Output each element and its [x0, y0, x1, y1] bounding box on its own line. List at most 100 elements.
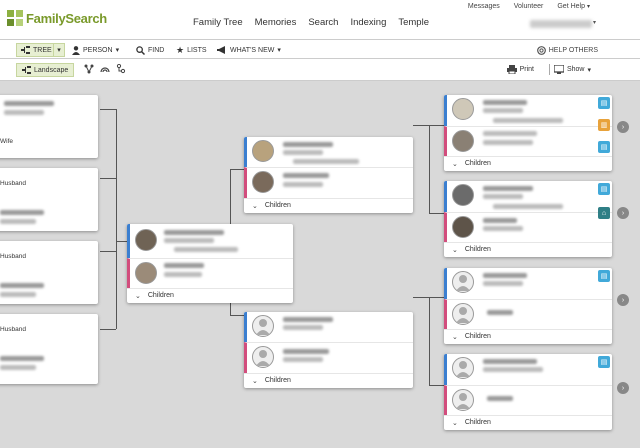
- person-photo-placeholder[interactable]: [452, 389, 474, 411]
- couple-card[interactable]: ⌄ Children: [244, 312, 413, 388]
- descendant-card[interactable]: Wife: [0, 95, 98, 158]
- children-label: Children: [464, 419, 491, 426]
- person-photo[interactable]: [252, 171, 274, 193]
- person-photo-placeholder[interactable]: [252, 346, 274, 368]
- chevron-down-icon: ⌄: [252, 202, 258, 210]
- logo-text: FamilySearch: [26, 10, 107, 26]
- get-help-link[interactable]: Get Help ▾: [557, 3, 590, 10]
- person-photo-placeholder[interactable]: [252, 315, 274, 337]
- person-placeholder-icon: [456, 361, 470, 377]
- person-menu-button[interactable]: PERSON ▾: [72, 43, 119, 57]
- chevron-down-icon: ⌄: [135, 292, 141, 300]
- children-label: Children: [264, 202, 291, 209]
- research-hint-icon[interactable]: ▤: [598, 97, 610, 109]
- record-hint-icon[interactable]: ▥: [598, 119, 610, 131]
- tree-toolbar: TREE ▾ PERSON ▾ FIND ★ LISTS WHAT'S NEW ▾ …: [0, 40, 640, 59]
- person-photo[interactable]: [452, 130, 474, 152]
- connector: [116, 251, 117, 329]
- children-toggle[interactable]: ⌄ Children: [444, 415, 612, 429]
- blurred-marriage: [493, 118, 563, 123]
- caret-down-icon: ▾: [586, 4, 590, 10]
- research-hint-icon[interactable]: ▤: [598, 270, 610, 282]
- nav-family-tree[interactable]: Family Tree: [193, 17, 243, 28]
- person-grandmother[interactable]: [444, 385, 612, 415]
- person-grandfather[interactable]: ▤: [444, 181, 612, 212]
- descendant-card[interactable]: Husband: [0, 168, 98, 231]
- blurred-dates: [283, 150, 323, 155]
- person-mother[interactable]: [244, 342, 413, 373]
- tree-icon: [21, 46, 30, 54]
- fan-chart-icon[interactable]: [100, 64, 110, 74]
- person-husband[interactable]: [127, 224, 293, 258]
- person-photo[interactable]: [452, 98, 474, 120]
- tree-logo-icon: [7, 10, 23, 26]
- display-icon: [553, 65, 564, 74]
- research-hint-icon[interactable]: ▤: [598, 183, 610, 195]
- couple-card[interactable]: ⌄ Children: [244, 137, 413, 213]
- couple-card[interactable]: ▤ ⌄ Children: [444, 354, 612, 430]
- print-label: Print: [519, 66, 534, 73]
- chevron-down-icon: ⌄: [252, 377, 258, 385]
- help-others-button[interactable]: HELP OTHERS: [536, 43, 598, 57]
- temple-icon[interactable]: ⌂: [598, 207, 610, 219]
- user-menu-caret-icon[interactable]: ▾: [593, 19, 596, 26]
- couple-card[interactable]: ▤ ⌄ Children: [444, 268, 612, 344]
- person-photo-placeholder[interactable]: [452, 303, 474, 325]
- portrait-view-icon[interactable]: [84, 64, 94, 74]
- whats-new-button[interactable]: WHAT'S NEW ▾: [217, 43, 281, 57]
- person-grandfather[interactable]: ▤: [444, 95, 612, 126]
- couple-card[interactable]: ▤ ⌂ ⌄ Children: [444, 181, 612, 257]
- descendancy-view-icon[interactable]: [116, 64, 126, 74]
- research-hint-icon[interactable]: ▤: [598, 141, 610, 153]
- research-hint-icon[interactable]: ▤: [598, 356, 610, 368]
- descendant-card[interactable]: Husband: [0, 314, 98, 384]
- person-photo[interactable]: [135, 229, 157, 251]
- expand-ancestors-icon[interactable]: ›: [617, 294, 629, 306]
- blurred-name: [483, 100, 527, 105]
- tree-dropdown-button[interactable]: ▾: [53, 43, 65, 57]
- person-grandfather[interactable]: ▤: [444, 268, 612, 299]
- expand-ancestors-icon[interactable]: ›: [617, 121, 629, 133]
- person-grandmother[interactable]: [444, 299, 612, 329]
- person-label: PERSON: [83, 46, 113, 54]
- chevron-down-icon: ⌄: [452, 160, 458, 168]
- descendant-card[interactable]: Husband: [0, 241, 98, 304]
- focus-couple-card[interactable]: ⌄ Children: [127, 224, 293, 303]
- person-photo-placeholder[interactable]: [452, 271, 474, 293]
- nav-search[interactable]: Search: [308, 17, 338, 28]
- person-photo[interactable]: [252, 140, 274, 162]
- print-button[interactable]: Print: [506, 65, 534, 74]
- children-toggle[interactable]: ⌄ Children: [444, 329, 612, 343]
- children-toggle[interactable]: ⌄ Children: [444, 242, 612, 256]
- couple-card[interactable]: ▤ ▥ ▤ ⌄ Children: [444, 95, 612, 171]
- tree-menu-button[interactable]: TREE: [16, 43, 57, 57]
- volunteer-link[interactable]: Volunteer: [514, 3, 544, 10]
- person-father[interactable]: [244, 312, 413, 342]
- person-photo-placeholder[interactable]: [452, 357, 474, 379]
- familysearch-logo[interactable]: FamilySearch: [6, 9, 107, 27]
- expand-ancestors-icon[interactable]: ›: [617, 207, 629, 219]
- show-menu-button[interactable]: Show ▾: [553, 65, 591, 74]
- person-mother[interactable]: [244, 167, 413, 198]
- nav-memories[interactable]: Memories: [255, 17, 297, 28]
- user-name-blurred[interactable]: [530, 20, 592, 28]
- person-photo[interactable]: [452, 216, 474, 238]
- children-toggle[interactable]: ⌄ Children: [444, 156, 612, 170]
- person-grandmother[interactable]: ▥ ▤: [444, 119, 612, 156]
- children-toggle[interactable]: ⌄ Children: [127, 288, 293, 302]
- person-photo[interactable]: [135, 262, 157, 284]
- children-toggle[interactable]: ⌄ Children: [244, 373, 413, 387]
- messages-link[interactable]: Messages: [468, 3, 500, 10]
- find-button[interactable]: FIND: [136, 43, 164, 57]
- lists-button[interactable]: ★ LISTS: [176, 43, 207, 57]
- landscape-view-button[interactable]: Landscape: [16, 63, 75, 77]
- person-father[interactable]: [244, 137, 413, 167]
- expand-ancestors-icon[interactable]: ›: [617, 382, 629, 394]
- person-wife[interactable]: [127, 258, 293, 288]
- nav-temple[interactable]: Temple: [398, 17, 429, 28]
- person-grandmother[interactable]: ⌂: [444, 207, 612, 242]
- children-toggle[interactable]: ⌄ Children: [244, 198, 413, 212]
- nav-indexing[interactable]: Indexing: [350, 17, 386, 28]
- person-photo[interactable]: [452, 184, 474, 206]
- person-grandfather[interactable]: ▤: [444, 354, 612, 385]
